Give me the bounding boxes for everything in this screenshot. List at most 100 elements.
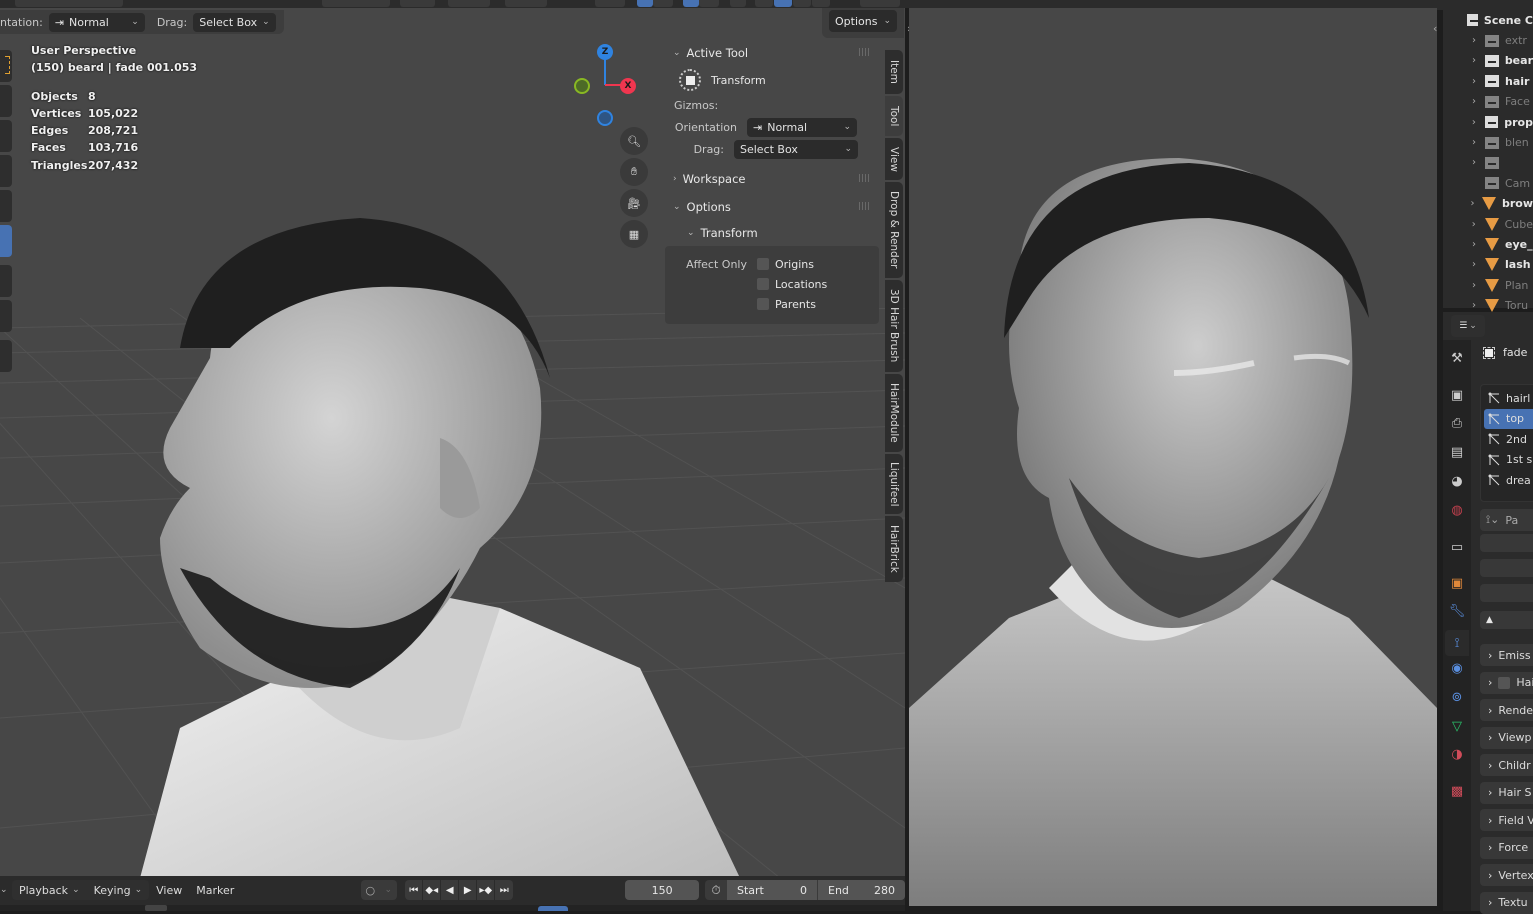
orientation-dropdown[interactable]: ⇥ Normal ⌄	[48, 12, 145, 32]
output-tab-icon[interactable]: ⎙	[1449, 415, 1465, 431]
outliner-item[interactable]: › blen	[1443, 132, 1533, 152]
origins-checkbox[interactable]	[757, 258, 769, 270]
tab-liquifeel[interactable]: Liquifeel	[885, 454, 903, 514]
locations-checkbox[interactable]	[757, 278, 769, 290]
stopwatch-icon[interactable]: ⏱	[705, 883, 727, 898]
timeline-scrollbar[interactable]	[145, 905, 167, 911]
gizmo-neg-z-axis[interactable]	[597, 110, 613, 126]
panel-enable-checkbox[interactable]	[1498, 676, 1511, 689]
tool-tab-icon[interactable]: ⚒	[1449, 350, 1465, 366]
scale-tool[interactable]	[0, 190, 12, 222]
properties-panel-header[interactable]: › Hair S	[1480, 781, 1533, 804]
data-tab-icon[interactable]: ▽	[1449, 718, 1465, 734]
jump-end-button[interactable]: ⏭	[495, 880, 513, 900]
particles-tab-icon[interactable]: ⟟	[1445, 630, 1469, 656]
rotate-tool[interactable]	[0, 155, 12, 187]
expand-arrow-icon[interactable]: ›	[1467, 117, 1481, 128]
expand-arrow-icon[interactable]: ›	[1467, 300, 1481, 311]
particle-settings-selector[interactable]: ⟟⌄ Pa	[1480, 509, 1533, 531]
expand-arrow-icon[interactable]: ›	[1467, 239, 1481, 250]
proportional-edit-toggle[interactable]	[505, 0, 547, 7]
outliner-item[interactable]: › Face	[1443, 92, 1533, 112]
scene-tab-icon[interactable]: ◕	[1449, 473, 1465, 489]
active-tool-row[interactable]: Transform	[665, 66, 879, 94]
pan-button[interactable]: ✋︎	[620, 158, 648, 186]
expand-arrow-icon[interactable]: ›	[1467, 137, 1481, 148]
gizmo-y-axis[interactable]	[574, 78, 590, 94]
drag-grip-icon[interactable]	[859, 48, 871, 56]
outliner-item[interactable]: ›	[1443, 153, 1533, 173]
camera-view-button[interactable]: 🎥︎	[620, 189, 648, 217]
gizmo-x-axis[interactable]: X	[620, 78, 636, 94]
shading-solid[interactable]	[774, 0, 792, 7]
list-expand-button[interactable]: ▲	[1480, 611, 1533, 629]
orientation-dropdown[interactable]: ⇥ Normal ⌄	[747, 117, 857, 137]
expand-arrow-icon[interactable]: ›	[1467, 157, 1481, 168]
add-cube-tool[interactable]	[0, 340, 12, 372]
outliner-item[interactable]: › lash	[1443, 255, 1533, 275]
outliner-item[interactable]: › extr	[1443, 30, 1533, 50]
outliner-item[interactable]: Scene C	[1443, 10, 1533, 30]
start-frame-field[interactable]: Start 0	[727, 880, 817, 900]
outliner-item[interactable]: › eye_	[1443, 234, 1533, 254]
outliner-item[interactable]: › bear	[1443, 51, 1533, 71]
outliner-item[interactable]: › hair	[1443, 71, 1533, 91]
expand-arrow-icon[interactable]: ›	[1467, 280, 1481, 291]
drag-grip-icon[interactable]	[859, 174, 871, 182]
navigation-gizmo[interactable]: Z X	[570, 44, 640, 134]
shading-wireframe[interactable]	[755, 0, 773, 7]
properties-panel-header[interactable]: › Viewp	[1480, 726, 1533, 749]
particle-system-item[interactable]: drea	[1487, 470, 1533, 490]
transform-orientation-selector[interactable]	[322, 0, 390, 7]
overlay-toggle[interactable]	[683, 0, 699, 7]
world-tab-icon[interactable]: ◍	[1449, 502, 1465, 518]
playback-menu[interactable]: Playback ⌄	[12, 879, 87, 901]
outliner-item[interactable]: Cam	[1443, 173, 1533, 193]
properties-panel-header[interactable]: › Hai	[1480, 671, 1533, 694]
particle-system-item[interactable]: 1st s	[1487, 450, 1533, 470]
overlay-dropdown[interactable]	[699, 0, 719, 7]
gizmo-toggle[interactable]	[637, 0, 653, 7]
expand-arrow-icon[interactable]: ›	[1467, 259, 1481, 270]
mode-selector[interactable]	[15, 0, 123, 7]
move-tool[interactable]	[0, 120, 12, 152]
properties-panel-header[interactable]: › Childr	[1480, 754, 1533, 776]
expand-arrow-icon[interactable]: ›	[1467, 96, 1481, 107]
current-frame-field[interactable]: 150	[625, 880, 699, 900]
zoom-button[interactable]: 🔍︎	[620, 127, 648, 155]
property-field[interactable]	[1480, 584, 1533, 602]
tab-view[interactable]: View	[885, 138, 903, 180]
tab-3d-hair-brush[interactable]: 3D Hair Brush	[885, 280, 903, 372]
expand-arrow-icon[interactable]: ›	[1467, 219, 1481, 230]
select-box-tool[interactable]	[0, 50, 12, 82]
particle-system-item[interactable]: top	[1484, 408, 1533, 429]
properties-panel-header[interactable]: › Rende	[1480, 699, 1533, 721]
tab-hairmodule[interactable]: HairModule	[885, 374, 903, 452]
view-layer-tab-icon[interactable]: ▤	[1449, 444, 1465, 460]
properties-panel-header[interactable]: › Field V	[1480, 809, 1533, 831]
editor-type-selector[interactable]: ☰ ⌄	[1451, 315, 1485, 337]
prev-keyframe-button[interactable]: ◆◂	[423, 880, 442, 900]
play-button[interactable]: ▶	[459, 880, 478, 900]
active-tool-panel-header[interactable]: ⌄ Active Tool	[665, 40, 879, 66]
transform-subpanel-header[interactable]: ⌄ Transform	[665, 220, 879, 246]
shading-material[interactable]	[793, 0, 811, 7]
end-frame-field[interactable]: End 280	[817, 880, 905, 900]
xray-toggle[interactable]	[730, 0, 746, 7]
keying-menu[interactable]: Keying ⌄	[87, 879, 150, 901]
particle-system-item[interactable]: 2nd	[1487, 429, 1533, 449]
modifier-tab-icon[interactable]: 🔧︎	[1449, 603, 1466, 619]
outliner-item[interactable]: › prop	[1443, 112, 1533, 132]
properties-panel-header[interactable]: › Textu	[1480, 891, 1533, 914]
jump-start-button[interactable]: ⏮	[405, 880, 424, 900]
texture-tab-icon[interactable]: ▩	[1449, 783, 1465, 799]
auto-keying-toggle[interactable]: ○ ⌄	[361, 880, 398, 900]
playhead[interactable]	[538, 906, 568, 911]
parents-checkbox[interactable]	[757, 298, 769, 310]
particle-system-item[interactable]: hairl	[1487, 388, 1533, 408]
timeline-scrub-area[interactable]	[0, 905, 905, 911]
options-panel-header[interactable]: ⌄ Options	[665, 194, 879, 220]
pivot-selector[interactable]	[400, 0, 435, 7]
expand-arrow-icon[interactable]: ›	[1467, 35, 1481, 46]
workspace-panel-header[interactable]: › Workspace	[665, 166, 879, 192]
